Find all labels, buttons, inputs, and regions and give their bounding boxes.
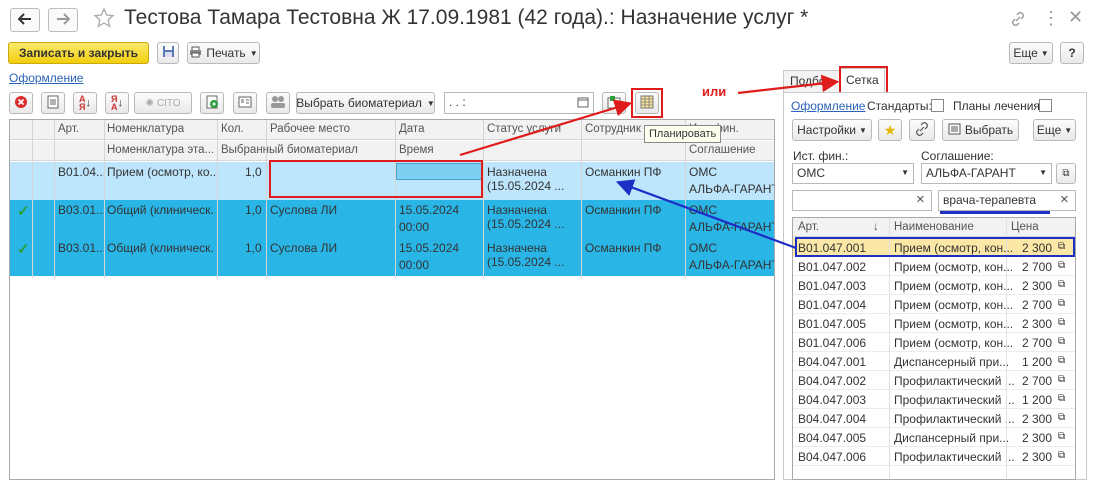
arrow-to-grid-tab (737, 74, 840, 95)
arrow-to-row (615, 179, 797, 250)
arrow-to-plan (459, 99, 633, 157)
annotation-arrows (459, 74, 840, 250)
or-annotation: или (702, 84, 727, 99)
